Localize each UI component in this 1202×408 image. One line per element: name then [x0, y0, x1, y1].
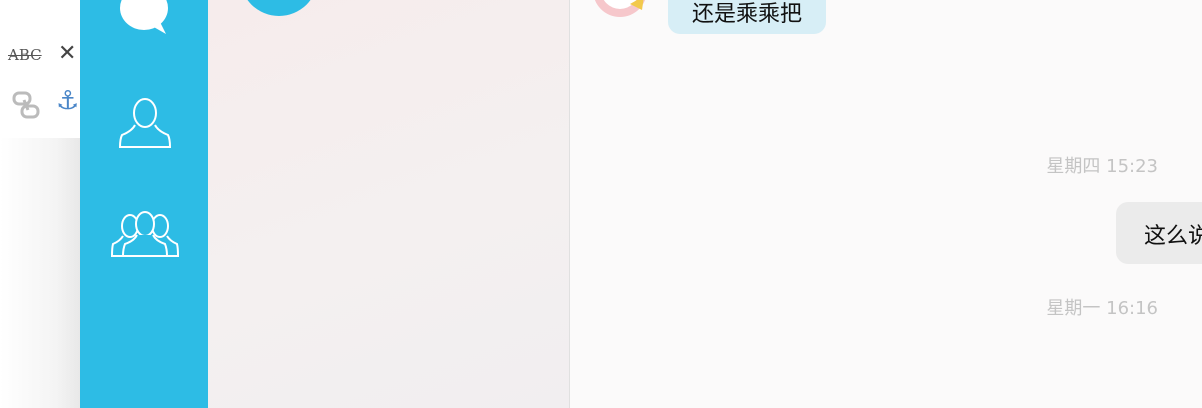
message-timestamp: 星期一 16:16: [1046, 298, 1158, 319]
received-message-bubble[interactable]: 还是乘乘把: [668, 0, 827, 34]
message-timestamp: 星期四 15:23: [1046, 156, 1158, 177]
group-icon[interactable]: [110, 210, 180, 264]
link-icon[interactable]: [10, 90, 42, 126]
close-icon[interactable]: ✕: [58, 41, 76, 66]
sidebar: [80, 0, 208, 408]
contact-avatar-icon[interactable]: [592, 0, 648, 20]
sent-message-bubble[interactable]: 这么说: [1116, 202, 1202, 264]
person-icon[interactable]: [118, 95, 172, 155]
anchor-icon[interactable]: ⚓: [56, 86, 79, 116]
chat-pane: 还是乘乘把 星期四 15:23 这么说 星期一 16:16: [570, 0, 1202, 408]
contact-list-panel: [208, 0, 570, 408]
chat-bubble-icon[interactable]: [118, 0, 174, 42]
strikethrough-icon[interactable]: ABC: [8, 46, 42, 64]
background-shade: [0, 138, 80, 408]
editor-toolbar: ABC ✕ ⚓: [0, 0, 82, 138]
contact-avatar[interactable]: [240, 0, 318, 16]
